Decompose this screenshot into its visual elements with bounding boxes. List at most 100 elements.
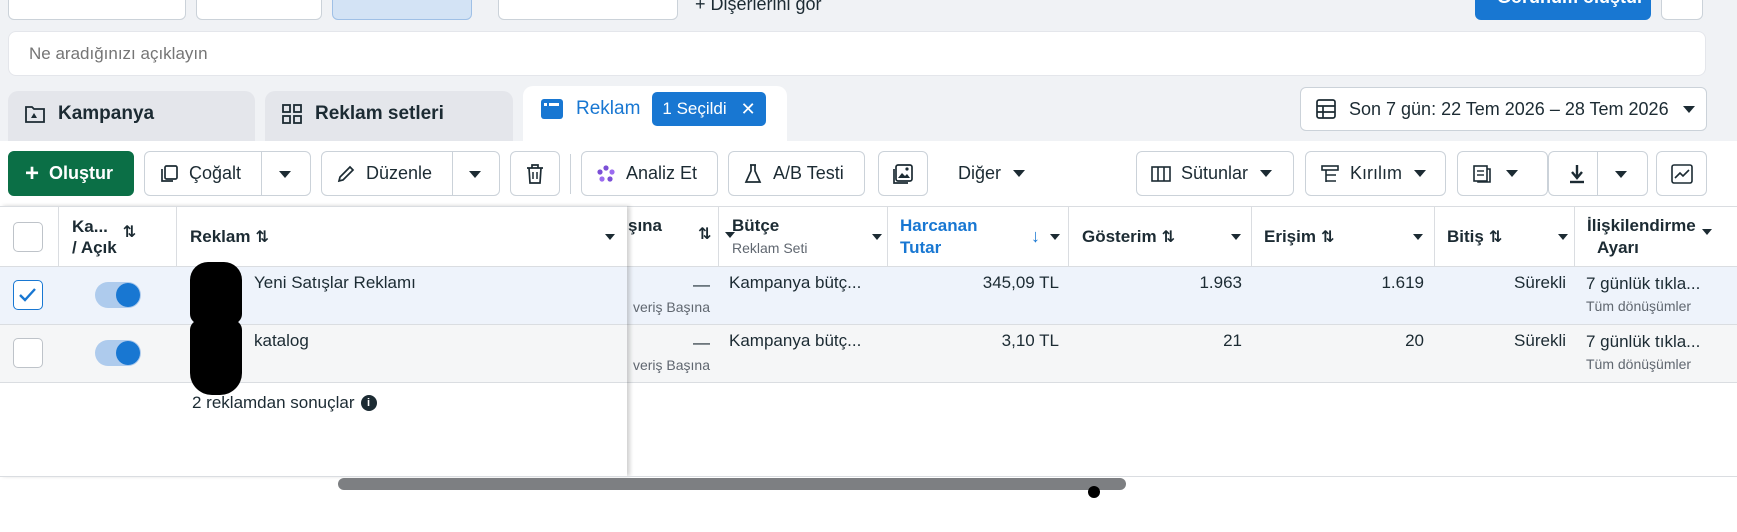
chevron-down-icon[interactable]	[872, 233, 882, 240]
header-ad-name[interactable]: Reklam ⇅	[190, 206, 615, 267]
budget-value: Kampanya bütç...	[729, 273, 862, 292]
top-more-button[interactable]	[1661, 0, 1703, 20]
header-result-cost-label: şına	[628, 216, 663, 235]
top-view-button-1[interactable]	[8, 0, 186, 20]
row-checkbox-checked[interactable]	[13, 280, 43, 310]
selection-badge[interactable]: 1 Seçildi ✕	[652, 92, 766, 126]
tab-ads[interactable]: Reklam 1 Seçildi ✕	[523, 86, 787, 141]
ab-test-button-label: A/B Testi	[773, 163, 844, 183]
cost-per-result-sub: veriş Başına	[632, 299, 710, 315]
ad-name[interactable]: katalog	[254, 331, 309, 351]
see-others-link[interactable]: + Dişerlerini gör	[695, 0, 822, 15]
charts-button[interactable]	[1656, 151, 1707, 196]
calendar-table-icon	[1315, 98, 1337, 120]
sort-icon[interactable]: ⇅	[255, 227, 268, 247]
export-menu-chevron-icon[interactable]	[1615, 171, 1627, 178]
attribution-sub-text: Tüm dönüşümler	[1586, 356, 1692, 372]
sparkle-icon	[596, 164, 616, 184]
sort-desc-icon[interactable]: ↓	[1031, 226, 1040, 247]
tab-adsets[interactable]: Reklam setleri	[265, 91, 513, 146]
header-attribution[interactable]: İlişkilendirme Ayarı	[1587, 206, 1735, 267]
attribution-value: 7 günlük tıkla... Tüm dönüşümler	[1586, 331, 1700, 375]
duplicate-button[interactable]: Çoğalt	[144, 151, 311, 196]
cursor-dot	[1088, 486, 1100, 498]
flask-icon	[743, 163, 763, 185]
creative-hub-button[interactable]	[878, 151, 928, 196]
header-spent-line1: Harcanan	[900, 215, 978, 235]
ad-name[interactable]: Yeni Satışlar Reklamı	[254, 273, 416, 293]
amount-spent-value: 3,10 TL	[1001, 331, 1059, 350]
chevron-down-icon[interactable]	[1701, 228, 1712, 235]
attribution-sub-text: Tüm dönüşümler	[1586, 298, 1692, 314]
row-checkbox[interactable]	[13, 338, 43, 368]
info-icon[interactable]: i	[360, 395, 377, 411]
top-view-button-2[interactable]	[196, 0, 322, 20]
clear-selection-icon[interactable]: ✕	[741, 99, 756, 120]
top-view-button-4[interactable]	[498, 0, 678, 20]
reach-value: 1.619	[1381, 273, 1424, 292]
header-reach-label: Erişim	[1264, 226, 1316, 246]
export-button[interactable]	[1548, 151, 1648, 196]
breakdown-button[interactable]: Kırılım	[1305, 151, 1446, 196]
ad-thumbnail	[190, 262, 242, 324]
ab-test-button[interactable]: A/B Testi	[728, 151, 865, 196]
sort-icon[interactable]: ⇅	[1162, 227, 1175, 247]
more-dropdown[interactable]: Diğer	[944, 151, 1026, 196]
analyze-button[interactable]: Analiz Et	[581, 151, 718, 196]
selection-badge-text: 1 Seçildi	[662, 99, 727, 118]
chevron-down-icon	[1682, 105, 1695, 113]
delete-button[interactable]	[510, 151, 560, 196]
sort-icon[interactable]: ⇅	[123, 222, 136, 242]
select-all-checkbox[interactable]	[13, 222, 43, 252]
ad-status-toggle[interactable]	[95, 340, 141, 366]
duplicate-menu-chevron-icon[interactable]	[279, 171, 291, 178]
header-attribution-line1: İlişkilendirme	[1587, 215, 1696, 235]
edit-menu-chevron-icon[interactable]	[469, 171, 481, 178]
ad-thumbnail	[190, 320, 242, 395]
reports-button[interactable]	[1457, 151, 1548, 196]
breakdown-icon	[1320, 164, 1340, 184]
search-input[interactable]	[8, 31, 1706, 76]
date-range-text: Son 7 gün: 22 Tem 2026 – 28 Tem 2026	[1349, 98, 1669, 119]
horizontal-scrollbar[interactable]	[338, 478, 1126, 490]
end-date-value: Sürekli	[1514, 331, 1566, 350]
chevron-down-icon[interactable]	[1231, 233, 1241, 240]
chevron-down-icon[interactable]	[1050, 233, 1060, 240]
chevron-down-icon	[1013, 170, 1026, 177]
chevron-down-icon[interactable]	[605, 233, 615, 240]
attribution-value: 7 günlük tıkla... Tüm dönüşümler	[1586, 273, 1700, 317]
ad-status-toggle[interactable]	[95, 282, 141, 308]
header-result-cost[interactable]: şına ⇅	[628, 206, 736, 246]
top-view-button-3[interactable]	[332, 0, 472, 20]
line-chart-icon	[1670, 163, 1693, 184]
impressions-value: 21	[1223, 331, 1242, 350]
edit-button[interactable]: Düzenle	[321, 151, 500, 196]
header-reach[interactable]: Erişim ⇅	[1264, 206, 1423, 267]
tab-adsets-label: Reklam setleri	[315, 103, 444, 124]
header-end-date[interactable]: Bitiş ⇅	[1447, 206, 1568, 267]
create-view-button[interactable]: Görünüm oluştur	[1475, 0, 1651, 20]
sort-icon[interactable]: ⇅	[1489, 227, 1502, 247]
header-toggle[interactable]: Ka... / Açık ⇅	[72, 206, 136, 267]
header-impressions[interactable]: Gösterim ⇅	[1082, 206, 1241, 267]
header-budget[interactable]: Bütçe Reklam Seti	[732, 206, 882, 267]
create-button-label: Oluştur	[49, 163, 114, 183]
chevron-down-icon[interactable]	[1558, 233, 1568, 240]
chevron-down-icon	[1260, 170, 1273, 177]
report-icon	[1472, 164, 1492, 184]
cost-per-result-value: —	[693, 275, 710, 294]
sort-icon[interactable]: ⇅	[1321, 227, 1334, 247]
tab-campaign[interactable]: Kampanya	[8, 91, 255, 146]
attribution-value-text: 7 günlük tıkla...	[1586, 274, 1701, 293]
chevron-down-icon[interactable]	[1413, 233, 1423, 240]
download-icon	[1567, 163, 1587, 185]
tab-campaign-label: Kampanya	[58, 103, 155, 124]
date-range-picker[interactable]: Son 7 gün: 22 Tem 2026 – 28 Tem 2026	[1300, 87, 1707, 131]
columns-button[interactable]: Sütunlar	[1136, 151, 1294, 196]
header-amount-spent[interactable]: Harcanan Tutar ↓	[900, 206, 1060, 267]
create-button[interactable]: + Oluştur	[8, 151, 134, 196]
amount-spent-value: 345,09 TL	[982, 273, 1059, 292]
cost-per-result-sub: veriş Başına	[632, 357, 710, 373]
edit-button-label: Düzenle	[366, 163, 433, 183]
sort-icon[interactable]: ⇅	[698, 224, 711, 244]
